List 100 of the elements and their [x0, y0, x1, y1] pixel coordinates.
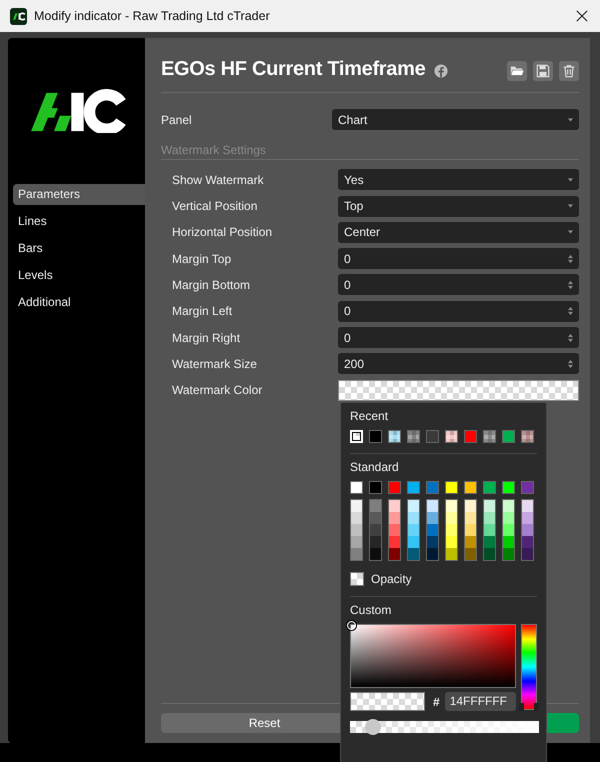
color-swatch[interactable] [351, 500, 362, 512]
color-swatch[interactable] [427, 500, 438, 512]
color-swatch[interactable] [446, 512, 457, 524]
color-swatch[interactable] [522, 536, 533, 548]
color-swatch[interactable] [426, 481, 439, 494]
color-swatch[interactable] [522, 500, 533, 512]
color-swatch[interactable] [369, 481, 382, 494]
dropdown[interactable]: Yes [338, 169, 579, 190]
sidebar-item[interactable]: Lines [13, 211, 145, 232]
number-field[interactable]: 0 [338, 300, 579, 322]
dropdown[interactable]: Center [338, 222, 579, 243]
color-swatch[interactable] [370, 524, 381, 536]
color-swatch[interactable] [426, 430, 439, 443]
close-icon[interactable] [576, 10, 588, 22]
color-swatch[interactable] [503, 524, 514, 536]
color-swatch[interactable] [484, 524, 495, 536]
color-swatch[interactable] [408, 512, 419, 524]
color-swatch[interactable] [522, 548, 533, 560]
color-swatch[interactable] [503, 500, 514, 512]
color-swatch[interactable] [351, 536, 362, 548]
color-swatch[interactable] [502, 481, 515, 494]
field-label: Margin Right [172, 330, 242, 345]
save-button[interactable] [533, 61, 553, 81]
color-swatch[interactable] [388, 430, 401, 443]
number-field[interactable]: 200 [338, 353, 579, 374]
color-swatch[interactable] [483, 481, 496, 494]
color-swatch[interactable] [484, 548, 495, 560]
color-swatch[interactable] [388, 481, 401, 494]
color-swatch[interactable] [389, 548, 400, 560]
color-swatch[interactable] [408, 524, 419, 536]
sidebar-item[interactable]: Bars [13, 238, 145, 259]
section-heading: Recent [350, 409, 390, 425]
color-swatch[interactable] [427, 512, 438, 524]
color-swatch[interactable] [522, 512, 533, 524]
color-swatch[interactable] [407, 481, 420, 494]
color-swatch[interactable] [503, 512, 514, 524]
color-swatch[interactable] [484, 512, 495, 524]
color-swatch[interactable] [521, 430, 534, 443]
color-swatch[interactable] [445, 430, 458, 443]
dropdown[interactable]: Top [338, 196, 579, 217]
color-swatch[interactable] [408, 500, 419, 512]
color-swatch[interactable] [389, 512, 400, 524]
sidebar-item[interactable]: Additional [13, 292, 145, 313]
slider-thumb[interactable] [365, 719, 382, 735]
color-swatch[interactable] [484, 500, 495, 512]
color-swatch[interactable] [389, 536, 400, 548]
color-swatch[interactable] [446, 500, 457, 512]
field-label: Watermark Color [172, 383, 264, 398]
color-swatch[interactable] [464, 430, 477, 443]
color-swatch[interactable] [464, 481, 477, 494]
facebook-icon[interactable] [434, 64, 448, 78]
color-swatch[interactable] [408, 548, 419, 560]
color-swatch[interactable] [446, 536, 457, 548]
color-swatch[interactable] [521, 481, 534, 494]
color-swatch[interactable] [369, 430, 382, 443]
color-swatch[interactable] [465, 500, 476, 512]
sidebar-item[interactable]: Levels [13, 265, 145, 286]
color-swatch[interactable] [351, 548, 362, 560]
color-swatch[interactable] [502, 430, 515, 443]
number-field[interactable]: 0 [338, 248, 579, 270]
opacity-slider[interactable] [350, 721, 539, 733]
color-swatch[interactable] [465, 524, 476, 536]
cursor-handle[interactable] [347, 621, 356, 630]
color-swatch[interactable] [408, 536, 419, 548]
sidebar-item[interactable]: Parameters [13, 184, 145, 205]
color-swatch[interactable] [465, 512, 476, 524]
color-swatch[interactable] [389, 500, 400, 512]
open-button[interactable] [507, 61, 527, 81]
color-swatch[interactable] [522, 524, 533, 536]
opacity-label: Opacity [371, 572, 412, 586]
color-swatch[interactable] [465, 536, 476, 548]
color-swatch[interactable] [370, 512, 381, 524]
dropdown[interactable]: Chart [332, 109, 579, 130]
color-swatch[interactable] [503, 536, 514, 548]
color-swatch[interactable] [465, 548, 476, 560]
field-label: Panel [161, 112, 193, 126]
spinner-arrows-icon [567, 254, 574, 264]
color-swatch[interactable] [370, 536, 381, 548]
color-swatch[interactable] [407, 430, 420, 443]
color-swatch[interactable] [351, 512, 362, 524]
color-swatch[interactable] [446, 548, 457, 560]
color-swatch[interactable] [427, 536, 438, 548]
color-swatch[interactable] [483, 430, 496, 443]
color-swatch[interactable] [370, 500, 381, 512]
color-swatch[interactable] [503, 548, 514, 560]
color-swatch[interactable] [389, 524, 400, 536]
delete-button[interactable] [559, 61, 579, 81]
color-swatch[interactable] [427, 548, 438, 560]
color-swatch[interactable] [484, 536, 495, 548]
spinner-arrows-icon [567, 306, 574, 316]
color-swatch[interactable] [370, 548, 381, 560]
color-field[interactable] [338, 380, 579, 401]
number-field[interactable]: 0 [338, 274, 579, 296]
hex-input-field[interactable]: 14FFFFFF [444, 692, 516, 711]
color-swatch[interactable] [446, 524, 457, 536]
color-swatch[interactable] [351, 524, 362, 536]
number-field[interactable]: 0 [338, 327, 579, 348]
color-swatch[interactable] [350, 481, 363, 494]
color-swatch[interactable] [427, 524, 438, 536]
color-swatch[interactable] [445, 481, 458, 494]
